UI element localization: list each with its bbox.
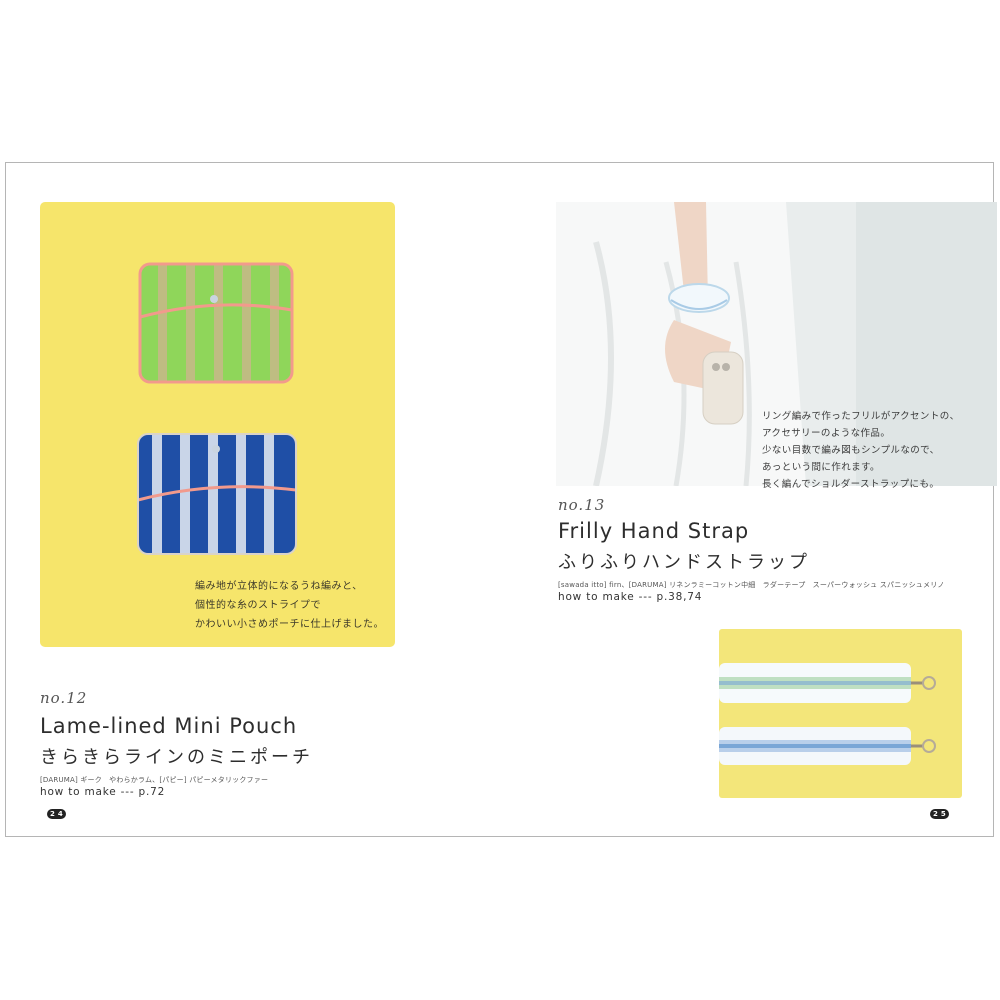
item-title-jp: ふりふりハンドストラップ <box>558 552 810 573</box>
item-title-en: Frilly Hand Strap <box>558 519 750 543</box>
page-number: 2 5 <box>930 809 949 819</box>
page-number-badge: 2 4 <box>47 809 66 819</box>
top-strap <box>719 663 936 703</box>
item-number-label: no.12 <box>40 689 88 707</box>
page-digit: 2 <box>50 810 55 818</box>
page-digit: 5 <box>940 810 946 818</box>
caption-line: 少ない目数で編み図もシンプルなので、 <box>762 445 940 456</box>
right-caption: リング編みで作ったフリルがアクセントの、 アクセサリーのような作品。 少ない目数… <box>762 408 960 493</box>
strap-illustration <box>719 663 936 765</box>
item-number-label: no.13 <box>558 496 606 514</box>
bottom-strap <box>719 727 936 765</box>
caption-line: かわいい小さめポーチに仕上げました。 <box>195 619 384 630</box>
item-title-en: Lame-lined Mini Pouch <box>40 714 298 738</box>
caption-line: 編み地が立体的になるうね編みと、 <box>195 581 363 592</box>
caption-line: アクセサリーのような作品。 <box>762 428 891 439</box>
page-number: 2 4 <box>47 809 66 819</box>
green-pouch <box>138 262 294 384</box>
mini-pouch-photo: 編み地が立体的になるうね編みと、 個性的な糸のストライプで かわいい小さめポーチ… <box>40 202 395 647</box>
book-spread: 編み地が立体的になるうね編みと、 個性的な糸のストライプで かわいい小さめポーチ… <box>5 162 997 837</box>
how-to-make-ref: how to make --- p.38,74 <box>558 591 703 603</box>
hand-strap-product-photo <box>719 629 962 798</box>
caption-line: 長く編んでショルダーストラップにも。 <box>762 479 940 490</box>
materials-list: [DARUMA] ギーク やわらかラム、[パピー] パピーメタリックファー <box>40 776 269 784</box>
left-caption: 編み地が立体的になるうね編みと、 個性的な糸のストライプで かわいい小さめポーチ… <box>195 577 384 634</box>
page-digit: 2 <box>933 810 938 818</box>
blue-pouch <box>137 433 297 555</box>
how-to-make-ref: how to make --- p.72 <box>40 786 166 798</box>
caption-line: リング編みで作ったフリルがアクセントの、 <box>762 411 960 422</box>
caption-line: 個性的な糸のストライプで <box>195 600 321 611</box>
page-number-badge: 2 5 <box>930 809 949 819</box>
caption-line: あっという間に作れます。 <box>762 462 880 473</box>
item-title-jp: きらきらラインのミニポーチ <box>40 747 313 768</box>
page-digit: 4 <box>57 810 63 818</box>
materials-list: [sawada itto] firn、[DARUMA] リネンラミーコットン中細… <box>558 581 945 589</box>
